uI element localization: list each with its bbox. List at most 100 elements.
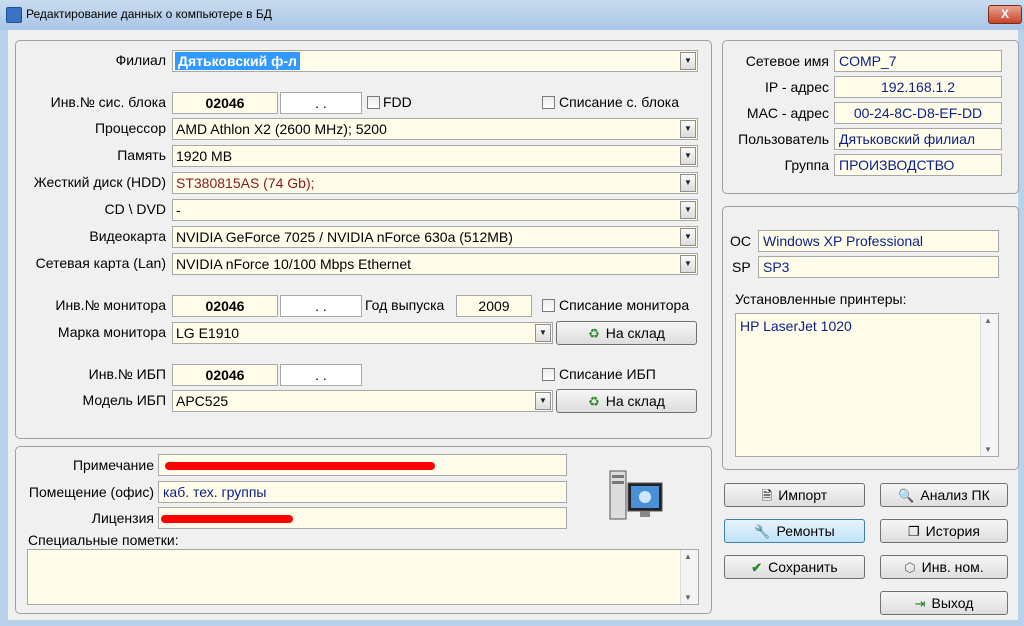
save-button[interactable]: ✔ Сохранить <box>724 555 865 579</box>
group-label: Группа <box>784 157 829 173</box>
sp-input[interactable]: SP3 <box>758 256 999 278</box>
chevron-down-icon[interactable]: ▼ <box>680 120 696 138</box>
room-input[interactable]: каб. тех. группы <box>158 481 567 503</box>
monitor-model-value: LG E1910 <box>176 325 240 341</box>
window-title: Редактирование данных о компьютере в БД <box>26 7 272 21</box>
special-label: Специальные пометки: <box>28 532 179 548</box>
chevron-down-icon[interactable]: ▼ <box>680 174 696 192</box>
hdd-select[interactable]: ST380815AS (74 Gb); ▼ <box>172 172 698 194</box>
branch-select[interactable]: Дятьковский ф-л ▼ <box>172 50 698 72</box>
cpu-value: AMD Athlon X2 (2600 MHz); 5200 <box>176 121 387 137</box>
lan-label: Сетевая карта (Lan) <box>35 255 166 271</box>
mac-label: MAC - адрес <box>746 105 829 121</box>
inv-block-input[interactable]: 02046 <box>172 92 278 114</box>
inv-monitor-label: Инв.№ монитора <box>55 297 166 313</box>
inv-ups-date-input[interactable]: . . <box>280 364 362 386</box>
chevron-down-icon[interactable]: ▼ <box>680 147 696 165</box>
ups-model-select[interactable]: APC525 ▼ <box>172 390 553 412</box>
repairs-button[interactable]: 🔧 Ремонты <box>724 519 865 543</box>
chevron-down-icon[interactable]: ▼ <box>680 52 696 70</box>
import-button[interactable]: 🗎 Импорт <box>724 483 865 507</box>
inv-monitor-input[interactable]: 02046 <box>172 295 278 317</box>
ram-value: 1920 MB <box>176 148 233 164</box>
special-notes-textarea[interactable]: ▲ ▼ <box>27 549 699 605</box>
mac-input[interactable]: 00-24-8C-D8-EF-DD <box>834 102 1002 124</box>
cd-select[interactable]: - ▼ <box>172 199 698 221</box>
fdd-checkbox[interactable] <box>367 96 380 109</box>
history-label: История <box>925 523 980 539</box>
scroll-down-icon[interactable]: ▼ <box>984 445 992 454</box>
monitor-to-stock-button[interactable]: ♻ На склад <box>556 321 697 345</box>
scroll-up-icon[interactable]: ▲ <box>984 316 992 325</box>
repairs-label: Ремонты <box>776 523 835 539</box>
printers-scrollbar[interactable]: ▲ ▼ <box>980 314 998 456</box>
ram-select[interactable]: 1920 MB ▼ <box>172 145 698 167</box>
branch-label: Филиал <box>115 52 166 68</box>
exit-door-icon: ⇥ <box>914 596 926 611</box>
note-input[interactable] <box>158 454 567 476</box>
document-icon: 🗎 <box>761 488 773 503</box>
printers-label: Установленные принтеры: <box>735 291 907 307</box>
note-label: Примечание <box>72 457 154 473</box>
fdd-label: FDD <box>383 94 412 110</box>
year-input[interactable]: 2009 <box>456 295 532 317</box>
inv-ups-label: Инв.№ ИБП <box>88 366 166 382</box>
inv-ups-input[interactable]: 02046 <box>172 364 278 386</box>
ups-to-stock-label: На склад <box>605 393 665 409</box>
ip-input[interactable]: 192.168.1.2 <box>834 76 1002 98</box>
recycle-icon: ♻ <box>588 326 600 341</box>
special-notes-scrollbar[interactable]: ▲ ▼ <box>680 550 698 604</box>
redaction-mark <box>161 515 293 523</box>
monitor-model-select[interactable]: LG E1910 ▼ <box>172 322 553 344</box>
room-label: Помещение (офис) <box>28 484 154 500</box>
inv-block-date-input[interactable]: . . <box>280 92 362 114</box>
analyze-label: Анализ ПК <box>920 487 990 503</box>
write-off-block-label: Списание с. блока <box>559 94 680 110</box>
client-area: Филиал Дятьковский ф-л ▼ Инв.№ сис. блок… <box>8 30 1019 620</box>
chevron-down-icon[interactable]: ▼ <box>535 392 551 410</box>
analyze-button[interactable]: 🔍 Анализ ПК <box>880 483 1008 507</box>
exit-button[interactable]: ⇥ Выход <box>880 591 1008 615</box>
write-off-block-checkbox[interactable] <box>542 96 555 109</box>
user-input[interactable]: Дятьковский филиал <box>834 128 1002 150</box>
write-off-monitor-checkbox[interactable] <box>542 299 555 312</box>
lan-value: NVIDIA nForce 10/100 Mbps Ethernet <box>176 256 412 272</box>
ip-label: IP - адрес <box>765 79 829 95</box>
sp-label: SP <box>732 259 751 275</box>
app-icon <box>6 7 22 23</box>
license-input[interactable] <box>158 507 567 529</box>
os-input[interactable]: Windows XP Professional <box>758 230 999 252</box>
group-input[interactable]: ПРОИЗВОДСТВО <box>834 154 1002 176</box>
video-label: Видеокарта <box>89 228 166 244</box>
video-select[interactable]: NVIDIA GeForce 7025 / NVIDIA nForce 630a… <box>172 226 698 248</box>
chevron-down-icon[interactable]: ▼ <box>535 324 551 342</box>
scroll-down-icon[interactable]: ▼ <box>684 593 692 602</box>
hdd-label: Жесткий диск (HDD) <box>33 174 166 190</box>
ups-to-stock-button[interactable]: ♻ На склад <box>556 389 697 413</box>
net-name-input[interactable]: COMP_7 <box>834 50 1002 72</box>
cpu-label: Процессор <box>94 120 166 136</box>
cpu-select[interactable]: AMD Athlon X2 (2600 MHz); 5200 ▼ <box>172 118 698 140</box>
save-label: Сохранить <box>768 559 838 575</box>
chevron-down-icon[interactable]: ▼ <box>680 201 696 219</box>
cd-label: CD \ DVD <box>104 201 166 217</box>
title-bar[interactable]: Редактирование данных о компьютере в БД … <box>0 0 1024 30</box>
inv-number-label: Инв. ном. <box>921 559 984 575</box>
printers-list[interactable]: HP LaserJet 1020 ▲ ▼ <box>735 313 999 457</box>
scroll-up-icon[interactable]: ▲ <box>684 552 692 561</box>
monitor-to-stock-label: На склад <box>605 325 665 341</box>
list-item[interactable]: HP LaserJet 1020 <box>740 318 852 334</box>
video-value: NVIDIA GeForce 7025 / NVIDIA nForce 630a… <box>176 229 513 245</box>
lan-select[interactable]: NVIDIA nForce 10/100 Mbps Ethernet ▼ <box>172 253 698 275</box>
ups-model-label: Модель ИБП <box>82 392 166 408</box>
chevron-down-icon[interactable]: ▼ <box>680 228 696 246</box>
chevron-down-icon[interactable]: ▼ <box>680 255 696 273</box>
cd-value: - <box>176 202 181 218</box>
history-button[interactable]: ❐ История <box>880 519 1008 543</box>
inv-monitor-date-input[interactable]: . . <box>280 295 362 317</box>
inv-number-button[interactable]: ⬡ Инв. ном. <box>880 555 1008 579</box>
write-off-ups-checkbox[interactable] <box>542 368 555 381</box>
close-button[interactable]: X <box>988 5 1022 24</box>
branch-value: Дятьковский ф-л <box>175 52 300 70</box>
recycle-icon: ♻ <box>588 394 600 409</box>
